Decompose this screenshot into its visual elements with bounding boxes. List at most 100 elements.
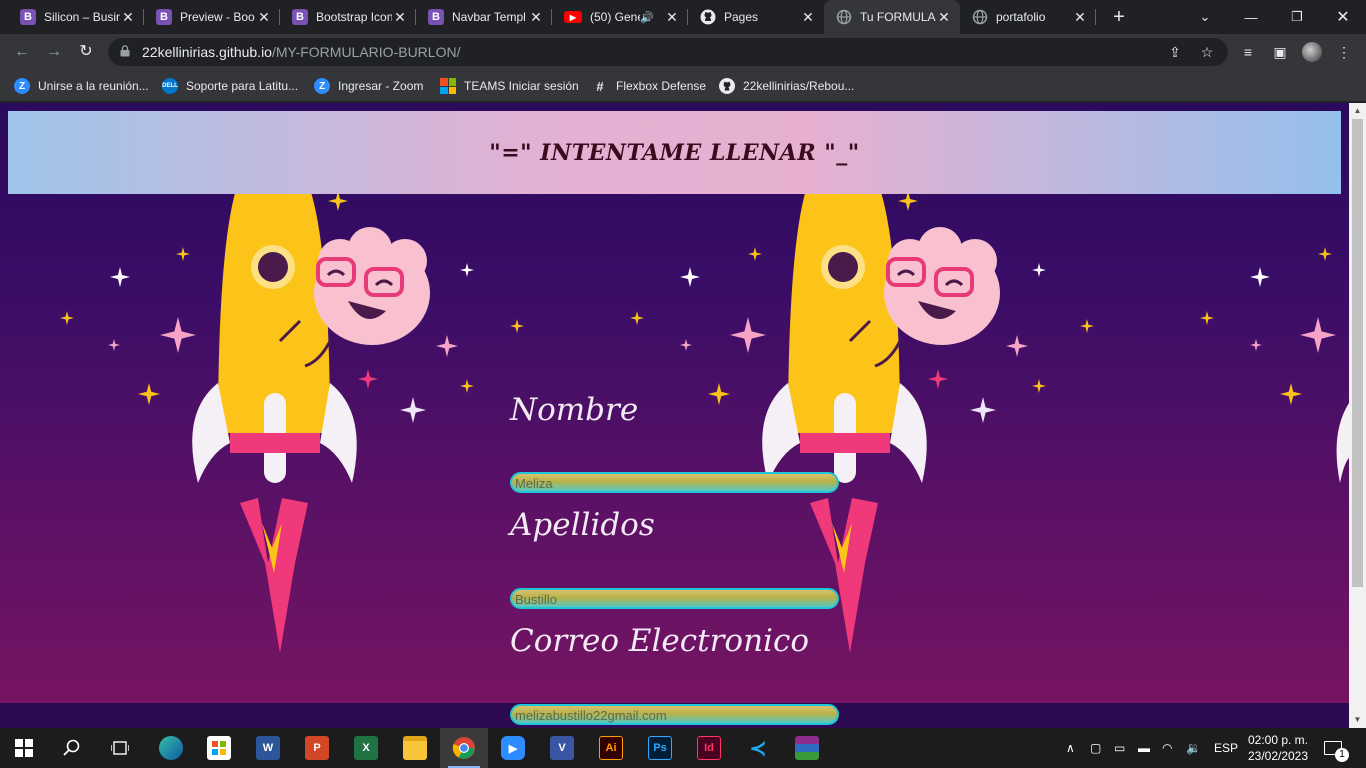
zoom-icon: Z	[14, 78, 30, 94]
side-panel-icon[interactable]: ▣	[1270, 42, 1290, 62]
file-explorer-icon[interactable]	[391, 728, 439, 768]
star-icon	[176, 247, 190, 261]
bootstrap-icon: B	[20, 9, 36, 25]
page-header-banner: "=" INTENTAME LLENAR "_"	[8, 111, 1341, 194]
close-icon[interactable]: ✕	[256, 9, 272, 26]
chrome-icon[interactable]	[440, 728, 488, 768]
close-icon[interactable]: ✕	[936, 9, 952, 26]
zoom-icon[interactable]: ▶	[489, 728, 537, 768]
url-text[interactable]: 22kellinirias.github.io/MY-FORMULARIO-BU…	[142, 44, 460, 60]
scrollbar-thumb[interactable]	[1352, 119, 1363, 587]
tab-search-chevron-icon[interactable]: ⌄	[1182, 0, 1228, 34]
visio-icon[interactable]: V	[538, 728, 586, 768]
notification-center-icon[interactable]: 1	[1324, 728, 1349, 768]
close-icon[interactable]: ✕	[528, 9, 544, 26]
close-icon[interactable]: ✕	[120, 9, 136, 26]
tab-preview[interactable]: B Preview - Boo ✕	[144, 0, 280, 34]
bookmark-star-icon[interactable]: ☆	[1198, 43, 1216, 61]
bookmark-ingresar-zoom[interactable]: Z Ingresar - Zoom	[314, 76, 423, 96]
show-hidden-icons-chevron[interactable]: ∧	[1066, 728, 1075, 768]
edge-icon[interactable]	[147, 728, 195, 768]
excel-icon[interactable]: X	[342, 728, 390, 768]
illustrator-icon[interactable]: Ai	[587, 728, 635, 768]
youtube-icon: ▶	[564, 11, 582, 23]
tab-title: Silicon – Busin	[44, 10, 120, 24]
page-scrollbar[interactable]: ▲ ▼	[1349, 103, 1366, 728]
clock-date: 23/02/2023	[1247, 749, 1309, 763]
scroll-down-icon[interactable]: ▼	[1349, 712, 1366, 728]
address-bar[interactable]: 22kellinirias.github.io/MY-FORMULARIO-BU…	[108, 38, 1228, 66]
tab-pages[interactable]: Pages ✕	[688, 0, 824, 34]
search-icon[interactable]	[48, 728, 96, 768]
star-icon	[60, 311, 74, 325]
star-icon	[680, 339, 692, 351]
star-icon	[460, 379, 474, 393]
close-icon[interactable]: ✕	[664, 9, 680, 26]
browser-toolbar: ← → ↻ 22kellinirias.github.io/MY-FORMULA…	[0, 34, 1366, 70]
profile-avatar[interactable]	[1302, 42, 1322, 62]
restore-button[interactable]: ❐	[1274, 0, 1320, 34]
bookmark-teams[interactable]: TEAMS Iniciar sesión	[440, 76, 579, 96]
photoshop-icon[interactable]: Ps	[636, 728, 684, 768]
tab-bootstrap-icons[interactable]: B Bootstrap Icon ✕	[280, 0, 416, 34]
volume-icon[interactable]: 🔉	[1186, 728, 1201, 768]
system-clock[interactable]: 02:00 p. m. 23/02/2023	[1238, 732, 1318, 764]
meet-now-icon[interactable]: ▢	[1090, 728, 1101, 768]
globe-icon	[972, 9, 988, 25]
bookmark-flexbox-defense[interactable]: # Flexbox Defense	[592, 76, 706, 96]
bookmark-label: Unirse a la reunión...	[38, 79, 149, 93]
tab-title: Bootstrap Icon	[316, 10, 392, 24]
back-icon[interactable]: ←	[10, 40, 34, 64]
tab-title: Navbar Templ	[452, 10, 526, 24]
correo-label: Correo Electronico	[510, 623, 809, 659]
tab-silicon[interactable]: B Silicon – Busin ✕	[8, 0, 144, 34]
bookmark-soporte-latitude[interactable]: DELL Soporte para Latitu...	[162, 76, 298, 96]
word-icon[interactable]: W	[244, 728, 292, 768]
notification-badge: 1	[1335, 748, 1349, 762]
share-icon[interactable]: ⇪	[1166, 43, 1184, 61]
tab-youtube[interactable]: ▶ (50) Gene 🔊 ✕	[552, 0, 688, 34]
indesign-icon[interactable]: Id	[685, 728, 733, 768]
wifi-icon[interactable]: ◠	[1162, 728, 1172, 768]
close-window-button[interactable]: ✕	[1320, 0, 1366, 34]
star-icon	[1032, 263, 1046, 277]
tab-navbar-templates[interactable]: B Navbar Templ ✕	[416, 0, 552, 34]
star-icon	[510, 319, 524, 333]
reload-icon[interactable]: ↻	[74, 40, 98, 64]
task-view-icon[interactable]	[96, 728, 144, 768]
bootstrap-icon: B	[156, 9, 172, 25]
rocket-brain-illustration	[192, 183, 430, 653]
start-icon[interactable]	[0, 728, 48, 768]
star-icon	[1300, 317, 1336, 353]
vscode-icon[interactable]: ≺	[734, 728, 782, 768]
correo-input[interactable]: melizabustillo22gmail.com	[510, 704, 839, 725]
close-icon[interactable]: ✕	[1072, 9, 1088, 26]
tab-title: Pages	[724, 10, 759, 24]
new-tab-button[interactable]: +	[1108, 6, 1130, 28]
scroll-up-icon[interactable]: ▲	[1349, 103, 1366, 119]
battery-icon[interactable]: ▬	[1138, 728, 1150, 768]
media-control-icon[interactable]: ≡	[1238, 42, 1258, 62]
minimize-button[interactable]: —	[1228, 0, 1274, 34]
star-icon	[680, 267, 700, 287]
powerpoint-icon[interactable]: P	[293, 728, 341, 768]
bookmark-label: 22kellinirias/Rebou...	[743, 79, 855, 93]
tab-tu-formulario[interactable]: Tu FORMULA ✕	[824, 0, 960, 34]
tab-portafolio[interactable]: portafolio ✕	[960, 0, 1096, 34]
bookmark-github-repo[interactable]: 22kellinirias/Rebou...	[719, 76, 854, 96]
bookmark-unirse-reunion[interactable]: Z Unirse a la reunión...	[14, 76, 149, 96]
lock-icon[interactable]	[120, 45, 130, 57]
language-indicator[interactable]: ESP	[1214, 728, 1238, 768]
winrar-icon[interactable]	[783, 728, 831, 768]
close-icon[interactable]: ✕	[800, 9, 816, 26]
globe-icon	[836, 9, 852, 25]
close-icon[interactable]: ✕	[392, 9, 408, 26]
apellidos-input[interactable]: Bustillo	[510, 588, 839, 609]
menu-kebab-icon[interactable]: ⋮	[1334, 42, 1354, 62]
speaker-icon[interactable]: 🔊	[640, 11, 654, 24]
display-icon[interactable]: ▭	[1114, 728, 1125, 768]
nombre-input[interactable]: Meliza	[510, 472, 839, 493]
star-icon	[138, 383, 160, 405]
store-icon[interactable]	[195, 728, 243, 768]
forward-icon[interactable]: →	[42, 40, 66, 64]
